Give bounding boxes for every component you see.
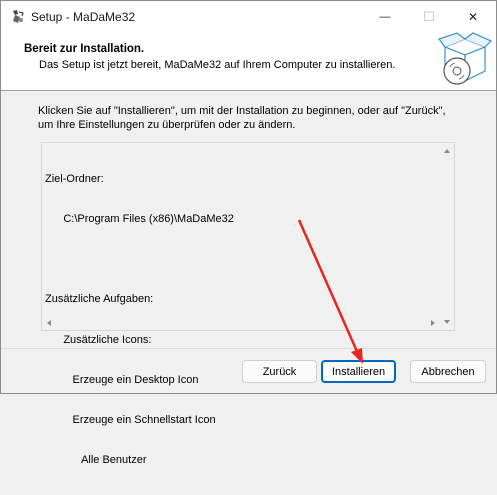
page-title: Bereit zur Installation. bbox=[24, 43, 145, 55]
memo-line: Zusätzliche Aufgaben: bbox=[45, 293, 154, 306]
maximize-icon: ☐ bbox=[423, 9, 435, 24]
scroll-up-icon[interactable] bbox=[444, 149, 450, 153]
title-bar[interactable]: Setup - MaDaMe32 — ☐ ✕ bbox=[1, 1, 496, 33]
page-subtitle: Das Setup ist jetzt bereit, MaDaMe32 auf… bbox=[39, 59, 396, 71]
instructions-line-1: Klicken Sie auf "Installieren", um mit d… bbox=[38, 105, 446, 117]
setup-app-icon bbox=[13, 10, 24, 23]
instructions-line-2: um Ihre Einstellungen zu überprüfen oder… bbox=[38, 119, 296, 131]
memo-line: C:\Program Files (x86)\MaDaMe32 bbox=[45, 213, 234, 226]
memo-line: Ziel-Ordner: bbox=[45, 172, 104, 185]
install-button[interactable]: Installieren bbox=[321, 360, 396, 383]
scroll-left-icon[interactable] bbox=[47, 320, 51, 326]
memo-line: Alle Benutzer bbox=[45, 454, 147, 467]
window-title: Setup - MaDaMe32 bbox=[31, 10, 136, 24]
setup-window: Setup - MaDaMe32 — ☐ ✕ Bereit zur Instal… bbox=[0, 0, 497, 466]
scroll-right-icon[interactable] bbox=[431, 320, 435, 326]
minimize-icon: — bbox=[379, 11, 391, 23]
memo-line: Erzeuge ein Desktop Icon bbox=[45, 373, 199, 386]
instructions-text: Klicken Sie auf "Installieren", um mit d… bbox=[38, 104, 478, 132]
memo-line bbox=[45, 253, 234, 266]
minimize-button[interactable]: — bbox=[363, 1, 407, 33]
footer-divider bbox=[1, 348, 496, 349]
wizard-header: Bereit zur Installation. Das Setup ist j… bbox=[1, 32, 496, 91]
ready-memo-box[interactable]: Ziel-Ordner: C:\Program Files (x86)\MaDa… bbox=[41, 142, 455, 466]
horizontal-scrollbar[interactable] bbox=[42, 316, 440, 330]
memo-line: Erzeuge ein Schnellstart Icon bbox=[45, 414, 216, 427]
vertical-scrollbar[interactable] bbox=[440, 143, 454, 330]
back-button[interactable]: Zurück bbox=[242, 360, 317, 383]
memo-line: Zusätzliche Icons: bbox=[45, 333, 152, 346]
scroll-down-icon[interactable] bbox=[444, 320, 450, 324]
software-box-cd-icon bbox=[438, 32, 493, 85]
close-icon: ✕ bbox=[467, 10, 479, 24]
cancel-button[interactable]: Abbrechen bbox=[410, 360, 486, 383]
